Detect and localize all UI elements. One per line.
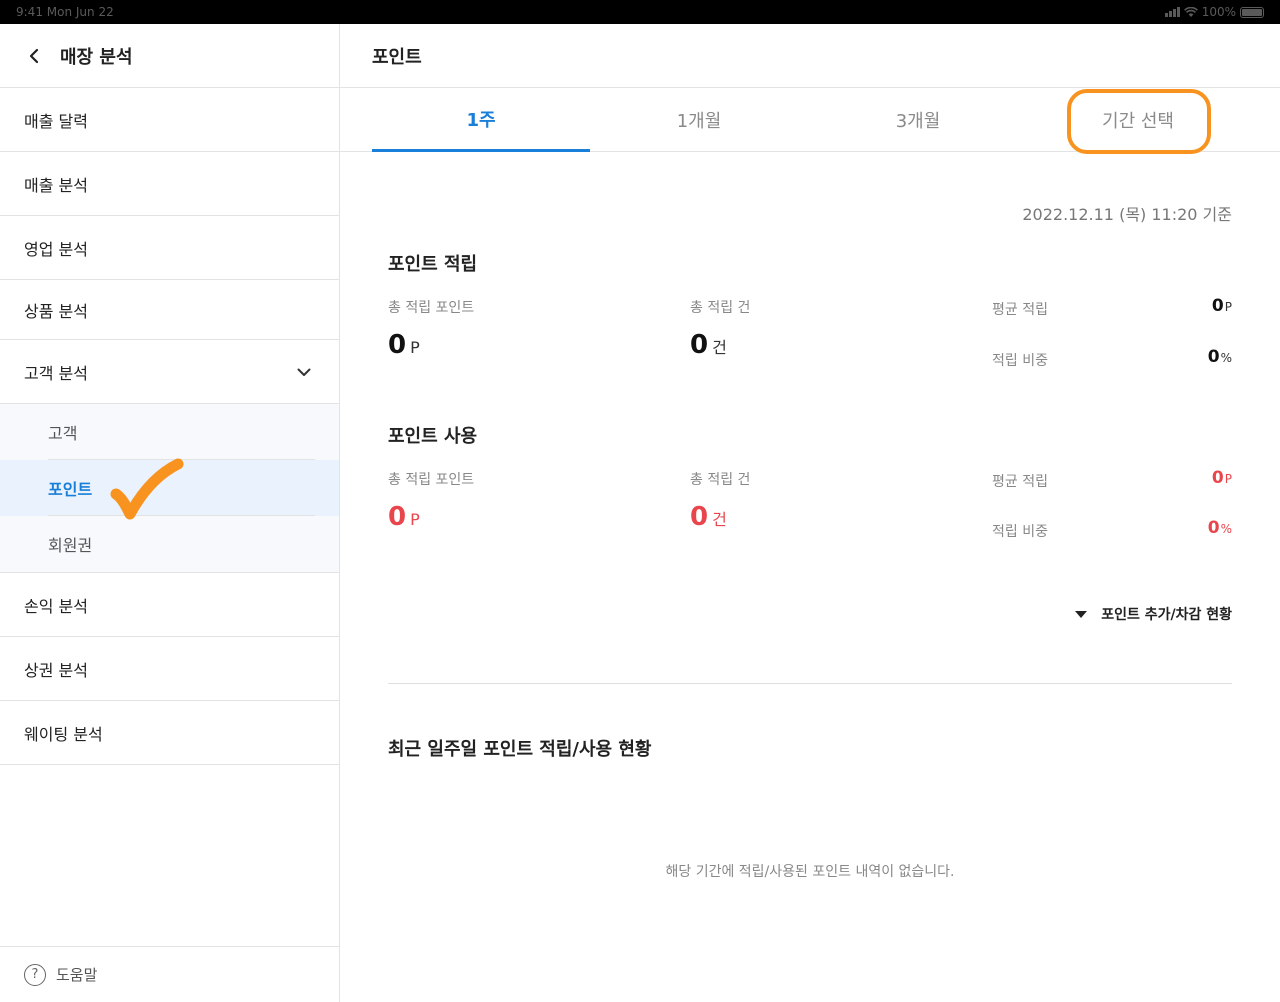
value: 0: [1211, 296, 1224, 316]
unit: P: [1224, 300, 1232, 314]
tab-1-week[interactable]: 1주: [372, 88, 590, 152]
accrual-ratio-label: 적립 비중: [992, 353, 1048, 369]
toggle-label: 포인트 추가/차감 현황: [1101, 607, 1232, 623]
wifi-icon: [1183, 6, 1198, 17]
usage-average-label: 평균 적립: [992, 474, 1048, 490]
tab-select-period[interactable]: 기간 선택: [1029, 88, 1247, 152]
usage-ratio: 0 %: [1208, 518, 1232, 538]
sidebar-item-business-analysis[interactable]: 영업 분석: [0, 216, 339, 280]
checkmark-annotation-icon: [110, 458, 184, 520]
as-of-timestamp: 2022.12.11 (목) 11:20 기준: [1022, 205, 1232, 224]
sidebar-item-product-analysis[interactable]: 상품 분석: [0, 280, 339, 340]
value: 0: [690, 502, 709, 532]
usage-total-points-label: 총 적립 포인트: [388, 472, 475, 488]
sidebar-item-profit-analysis[interactable]: 손익 분석: [0, 573, 339, 637]
back-arrow-icon[interactable]: [24, 46, 44, 66]
sidebar: 매장 분석 매출 달력 매출 분석 영업 분석 상품 분석 고객 분석 고객 포…: [0, 24, 340, 1002]
caret-down-icon: [1075, 610, 1088, 618]
page-title: 포인트: [372, 46, 422, 68]
sidebar-title: 매장 분석: [60, 46, 133, 68]
usage-average: 0 P: [1212, 468, 1232, 488]
battery-icon: [1240, 6, 1264, 18]
period-tabs: 1주 1개월 3개월 기간 선택: [340, 88, 1280, 154]
battery-percent: 100%: [1201, 5, 1236, 19]
accrual-total-points-label: 총 적립 포인트: [388, 300, 475, 316]
tab-1-month[interactable]: 1개월: [590, 88, 808, 152]
chevron-down-icon: [297, 362, 311, 381]
accrual-total-points: 0 P: [388, 330, 420, 360]
value: 0: [1211, 468, 1224, 488]
unit: P: [1224, 472, 1232, 486]
value: 0: [1207, 347, 1220, 367]
accrual-average: 0 P: [1212, 296, 1232, 316]
sidebar-header: 매장 분석: [0, 24, 339, 88]
sidebar-item-sales-calendar[interactable]: 매출 달력: [0, 88, 339, 152]
unit: P: [410, 338, 420, 357]
accrual-average-label: 평균 적립: [992, 302, 1048, 318]
unit: 건: [712, 510, 727, 529]
accrual-section-title: 포인트 적립: [388, 254, 478, 275]
value: 0: [388, 502, 407, 532]
sidebar-item-label: 손익 분석: [24, 596, 88, 616]
help-label: 도움말: [56, 966, 98, 984]
unit: %: [1220, 351, 1232, 365]
sidebar-item-label: 영업 분석: [24, 239, 88, 259]
usage-total-count-label: 총 적립 건: [690, 472, 751, 488]
sidebar-item-trade-area-analysis[interactable]: 상권 분석: [0, 637, 339, 701]
main-panel: 포인트 1주 1개월 3개월 기간 선택 2022.12.11 (목) 11:2…: [340, 24, 1280, 1002]
sidebar-subitem-label: 고객: [48, 424, 78, 443]
cellular-signal-icon: [1164, 7, 1180, 17]
empty-state-message: 해당 기간에 적립/사용된 포인트 내역이 없습니다.: [665, 864, 955, 880]
sidebar-subitem-customer[interactable]: 고객: [0, 404, 339, 460]
sidebar-item-waiting-analysis[interactable]: 웨이팅 분석: [0, 701, 339, 765]
help-link[interactable]: ? 도움말: [0, 946, 339, 1002]
usage-total-count: 0 건: [690, 502, 727, 532]
help-icon: ?: [24, 963, 46, 986]
sidebar-item-label: 상품 분석: [24, 301, 88, 321]
sidebar-subitem-label: 회원권: [48, 536, 93, 555]
unit: %: [1220, 522, 1232, 536]
sidebar-subitem-label: 포인트: [48, 480, 93, 499]
sidebar-item-label: 웨이팅 분석: [24, 724, 103, 744]
accrual-total-count-label: 총 적립 건: [690, 300, 751, 316]
recent-week-title: 최근 일주일 포인트 적립/사용 현황: [388, 739, 652, 760]
accrual-total-count: 0 건: [690, 330, 727, 360]
divider: [388, 683, 1232, 684]
sidebar-item-customer-analysis[interactable]: 고객 분석: [0, 340, 339, 404]
value: 0: [690, 330, 709, 360]
usage-ratio-label: 적립 비중: [992, 524, 1048, 540]
points-adjustment-toggle[interactable]: 포인트 추가/차감 현황: [1075, 604, 1232, 624]
unit: P: [410, 510, 420, 529]
tab-3-months[interactable]: 3개월: [809, 88, 1027, 152]
status-time: 9:41 Mon Jun 22: [16, 5, 114, 19]
sidebar-item-label: 매출 달력: [24, 111, 88, 131]
usage-total-points: 0 P: [388, 502, 420, 532]
unit: 건: [712, 338, 727, 357]
sidebar-item-sales-analysis[interactable]: 매출 분석: [0, 152, 339, 216]
status-bar: 9:41 Mon Jun 22 100%: [0, 0, 1280, 24]
sidebar-item-label: 상권 분석: [24, 660, 88, 680]
status-indicators: 100%: [1164, 5, 1264, 19]
accrual-ratio: 0 %: [1208, 347, 1232, 367]
value: 0: [1207, 518, 1220, 538]
value: 0: [388, 330, 407, 360]
usage-section-title: 포인트 사용: [388, 426, 478, 447]
sidebar-item-label: 고객 분석: [24, 363, 88, 383]
main-header: 포인트: [340, 24, 1280, 88]
sidebar-item-label: 매출 분석: [24, 175, 88, 195]
